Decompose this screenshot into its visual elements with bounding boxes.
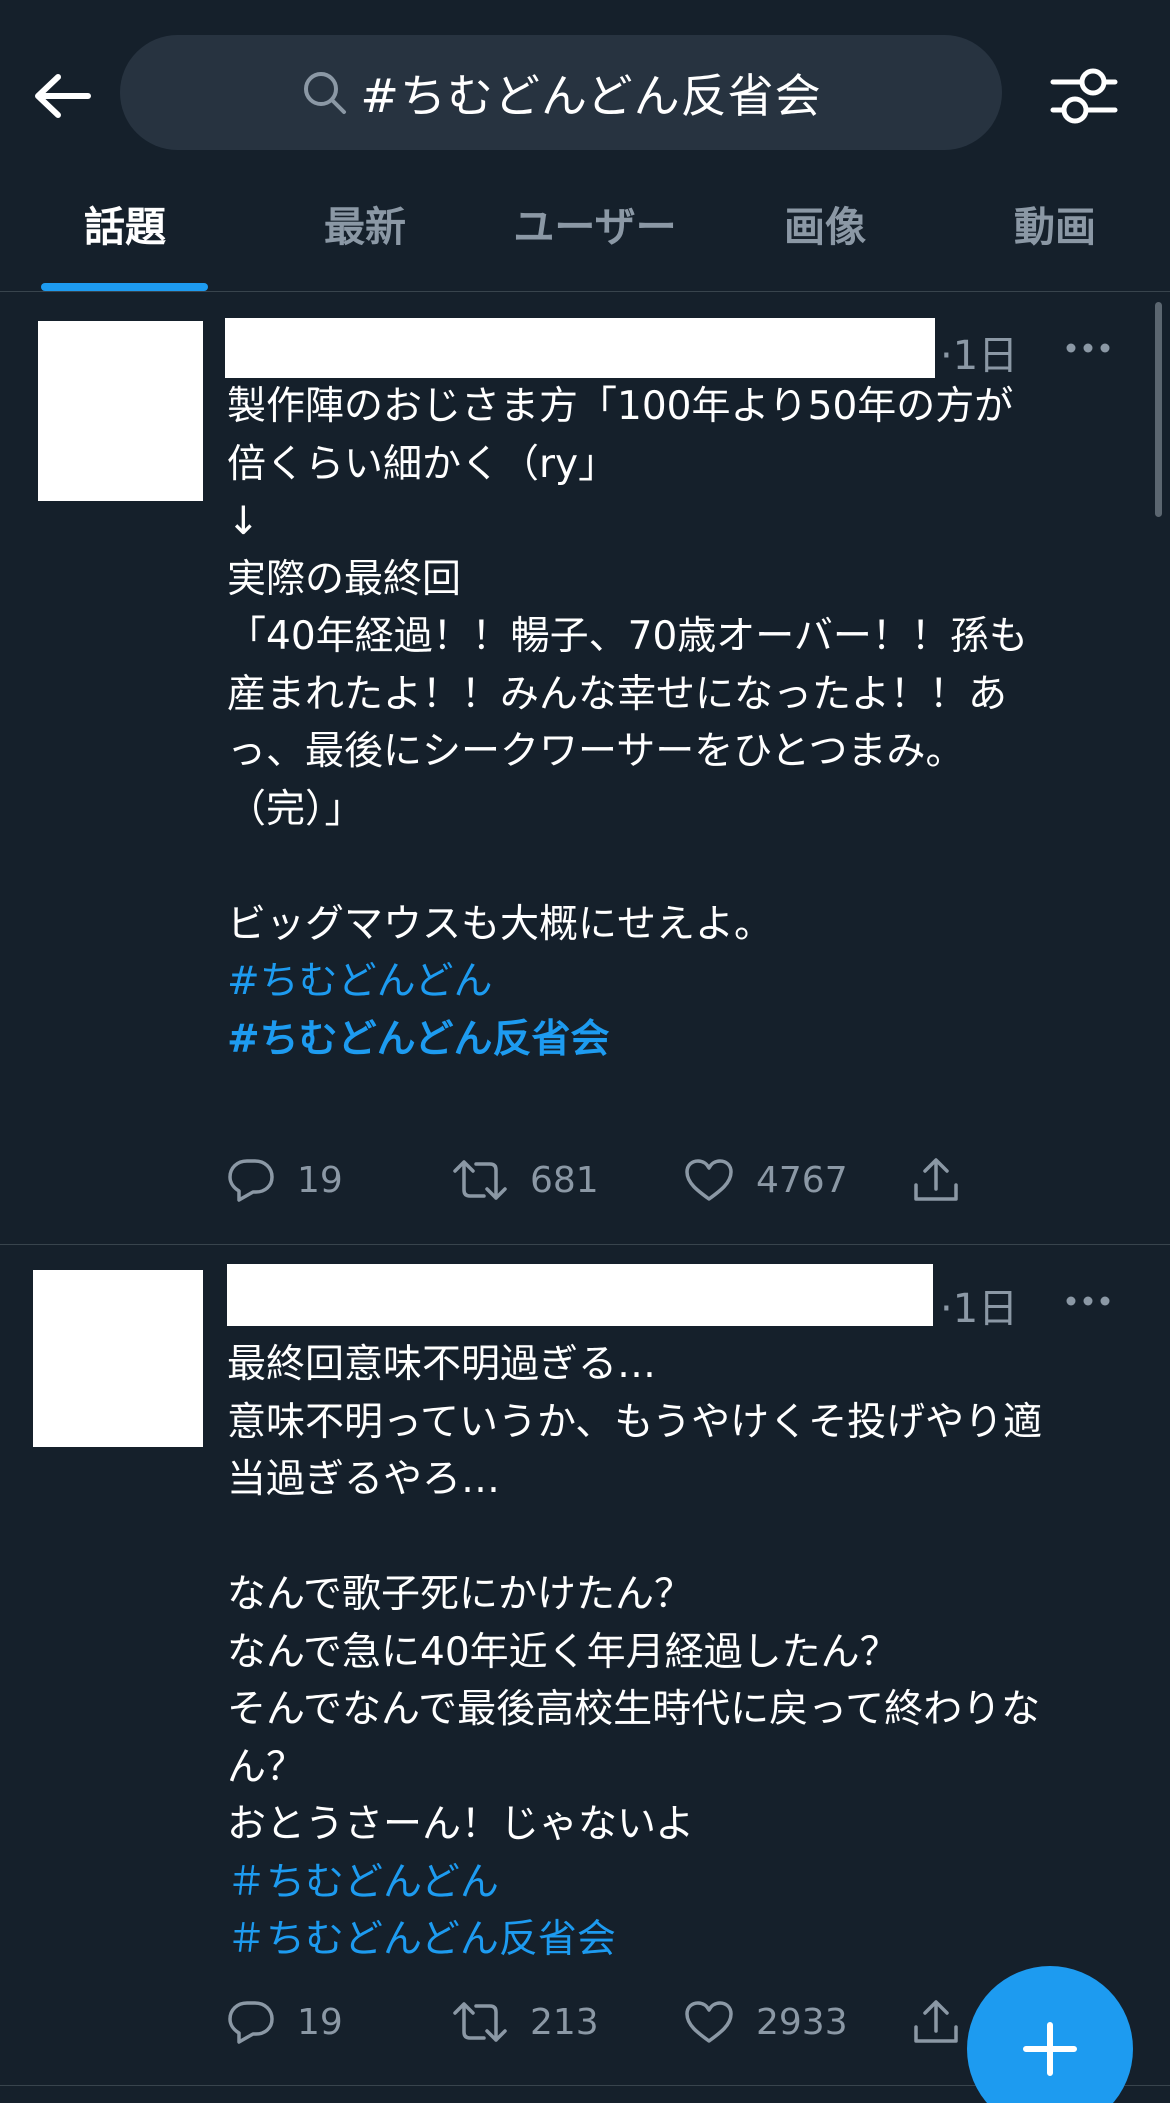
search-filter-button[interactable] [1046,58,1122,134]
tweet-actions: 19 213 2933 [227,1992,987,2052]
tab-photos[interactable]: 画像 [710,185,940,291]
tweet-actions: 19 681 4767 [227,1150,987,1210]
retweet-button[interactable]: 213 [452,2000,684,2044]
compose-plus-icon [1023,2022,1077,2076]
reply-icon [228,2001,274,2044]
author-name-redacted[interactable] [225,318,935,378]
tweet-text-content: 最終回意味不明過ぎる… 意味不明っていうか、もうやけくそ投げやり適 当過ぎるやろ… [227,1342,1043,1847]
search-input[interactable]: #ちむどんどん反省会 [120,35,1002,150]
like-button[interactable]: 4767 [684,1158,912,1202]
hashtag-link[interactable]: #ちむどんどん [227,953,1127,1011]
author-name-redacted[interactable] [227,1264,933,1326]
like-button[interactable]: 2933 [684,2000,912,2044]
tweet-timestamp: ·1日 [940,333,1019,379]
tab-label: 画像 [784,203,866,251]
share-icon [914,2000,958,2043]
tab-latest[interactable]: 最新 [250,185,480,291]
hashtag-link-highlighted[interactable]: #ちむどんどん反省会 [227,1011,1127,1069]
hashtag-link[interactable]: ＃ちむどんどん反省会 [227,1911,1127,1969]
tab-label: 話題 [84,203,166,251]
avatar[interactable] [38,321,203,501]
more-icon[interactable] [1058,1286,1118,1316]
back-button[interactable] [28,62,96,130]
top-bar: #ちむどんどん反省会 [0,0,1170,185]
hashtag-link[interactable]: ＃ちむどんどん [227,1854,1127,1912]
reply-count: 19 [297,2001,343,2043]
share-button[interactable] [912,1156,972,1204]
retweet-icon [453,2002,507,2042]
like-icon [685,2001,733,2043]
active-tab-indicator [41,283,208,291]
tab-people[interactable]: ユーザー [480,185,710,291]
retweet-button[interactable]: 681 [452,1158,684,1202]
tab-top[interactable]: 話題 [0,185,250,291]
back-arrow-icon [35,74,91,118]
retweet-count: 681 [530,1159,599,1201]
share-icon [914,1158,958,1201]
tab-label: ユーザー [513,203,677,251]
search-tabs: 話題 最新 ユーザー 画像 動画 [0,185,1170,292]
avatar[interactable] [33,1270,203,1447]
tweet-timestamp: ·1日 [940,1286,1019,1332]
retweet-icon [453,1160,507,1200]
tab-label: 最新 [324,203,406,251]
tweet[interactable]: ·1日 最終回意味不明過ぎる… 意味不明っていうか、もうやけくそ投げやり適 当過… [0,1246,1170,2086]
reply-icon [228,1159,274,1202]
like-count: 4767 [756,1159,848,1201]
reply-count: 19 [297,1159,343,1201]
like-icon [685,1159,733,1201]
tweet[interactable]: ·1日 製作陣のおじさま方「100年より50年の方が 倍くらい細かく（ry」 ↓… [0,293,1170,1245]
share-button[interactable] [912,1998,972,2046]
tweet-text: 最終回意味不明過ぎる… 意味不明っていうか、もうやけくそ投げやり適 当過ぎるやろ… [227,1336,1127,1969]
more-icon[interactable] [1058,333,1118,363]
search-query-text: #ちむどんどん反省会 [360,68,822,123]
search-icon [300,68,350,118]
like-count: 2933 [756,2001,848,2043]
reply-button[interactable]: 19 [227,1157,452,1203]
tab-videos[interactable]: 動画 [940,185,1170,291]
tweet-text: 製作陣のおじさま方「100年より50年の方が 倍くらい細かく（ry」 ↓ 実際の… [227,378,1127,1068]
retweet-count: 213 [530,2001,599,2043]
tweet-text-content: 製作陣のおじさま方「100年より50年の方が 倍くらい細かく（ry」 ↓ 実際の… [227,384,1028,947]
filter-icon [1050,68,1118,124]
search-results-screen: #ちむどんどん反省会 話題 最新 ユーザー 画像 動画 ·1日 製作陣のおじさま… [0,0,1170,2103]
tab-label: 動画 [1014,203,1096,251]
reply-button[interactable]: 19 [227,1999,452,2045]
